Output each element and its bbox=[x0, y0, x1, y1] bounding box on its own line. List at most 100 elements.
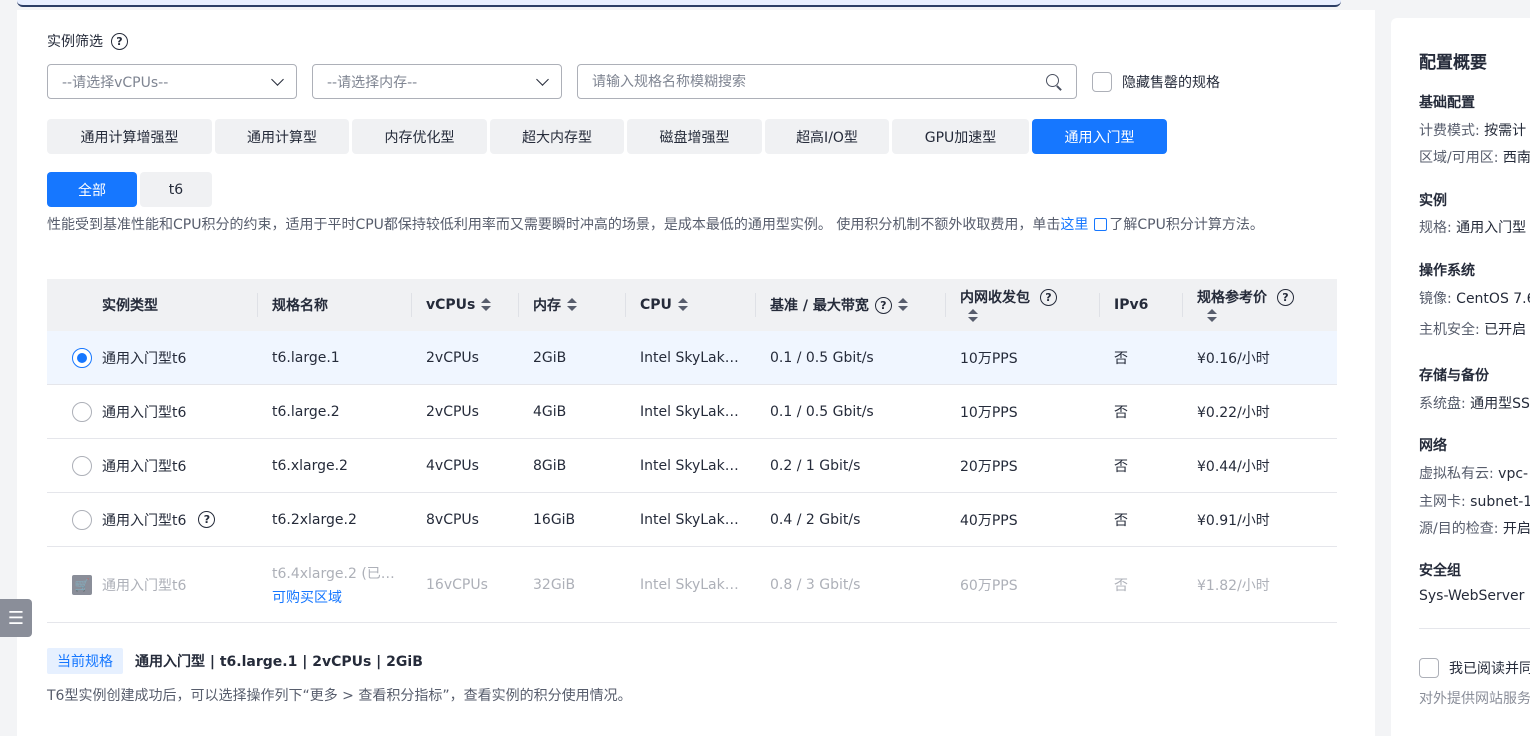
header-ipv6: IPv6 bbox=[1114, 279, 1148, 331]
radio-unselected[interactable] bbox=[72, 455, 92, 476]
description-text: 性能受到基准性能和CPU积分的约束，适用于平时CPU都保持较低利用率而又需要瞬时… bbox=[47, 217, 1061, 233]
config-summary-panel: 配置概要 基础配置 计费模式: 按需计 区域/可用区: 西南 实例 规格: 通用… bbox=[1391, 18, 1530, 736]
help-icon[interactable]: ? bbox=[874, 296, 892, 314]
nic-value: subnet-1 bbox=[1470, 494, 1530, 510]
sold-out-marker: 🛒 bbox=[72, 547, 92, 622]
cell-pps: 40万PPS bbox=[960, 512, 1018, 529]
summary-title: 配置概要 bbox=[1419, 53, 1487, 73]
vcpu-select[interactable]: --请选择vCPUs-- bbox=[47, 64, 297, 99]
header-price-label: 规格参考价 bbox=[1197, 290, 1267, 306]
chevron-down-icon bbox=[536, 73, 549, 86]
cell-memory: 32GiB bbox=[533, 576, 576, 593]
column-divider bbox=[945, 293, 946, 317]
cell-vcpus: 16vCPUs bbox=[426, 576, 488, 593]
header-memory[interactable]: 内存 bbox=[533, 279, 577, 331]
help-icon[interactable]: ? bbox=[1040, 288, 1057, 306]
tab-disk-intensive[interactable]: 磁盘增强型 bbox=[627, 119, 762, 154]
agreement-option[interactable]: 我已阅读并同 bbox=[1419, 658, 1530, 678]
cell-bandwidth: 0.2 / 1 Gbit/s bbox=[770, 457, 861, 474]
tab-gpu-accelerated[interactable]: GPU加速型 bbox=[892, 119, 1029, 154]
radio-unselected[interactable] bbox=[72, 509, 92, 530]
current-spec-badge: 当前规格 bbox=[47, 648, 123, 674]
external-link-icon[interactable] bbox=[1094, 218, 1108, 231]
region-az: 区域/可用区: 西南 bbox=[1419, 147, 1530, 167]
sort-icon[interactable] bbox=[1207, 309, 1217, 323]
search-icon[interactable] bbox=[1046, 73, 1062, 90]
cell-price: ¥0.44/小时 bbox=[1197, 458, 1270, 475]
billing-value: 按需计 bbox=[1484, 123, 1527, 139]
cell-bandwidth: 0.1 / 0.5 Gbit/s bbox=[770, 349, 874, 366]
available-regions-link[interactable]: 可购买区域 bbox=[272, 587, 342, 607]
credit-info-link[interactable]: 这里 bbox=[1060, 217, 1088, 233]
cell-cpu: Intel SkyLak… bbox=[640, 457, 739, 474]
cell-spec: t6.large.1 bbox=[272, 349, 340, 366]
help-icon[interactable]: ? bbox=[1277, 288, 1294, 306]
agreement-checkbox[interactable] bbox=[1419, 658, 1439, 678]
credit-note: T6型实例创建成功后，可以选择操作列下“更多 > 查看积分指标”，查看实例的积分… bbox=[47, 688, 632, 704]
row-select-radio[interactable] bbox=[72, 493, 92, 546]
table-row[interactable]: 通用入门型t6 t6.xlarge.2 4vCPUs 8GiB Intel Sk… bbox=[47, 439, 1337, 493]
disk-key: 系统盘: bbox=[1419, 396, 1471, 412]
spec-search-input[interactable] bbox=[592, 73, 1012, 90]
disk-value: 通用型SS bbox=[1470, 396, 1530, 412]
section-basic: 基础配置 bbox=[1419, 95, 1475, 111]
tab-large-memory[interactable]: 超大内存型 bbox=[490, 119, 624, 154]
cell-cpu: Intel SkyLak… bbox=[640, 576, 739, 593]
tab-general-compute-plus[interactable]: 通用计算增强型 bbox=[47, 119, 212, 154]
generation-tabs: 全部 t6 bbox=[47, 172, 212, 207]
header-pps[interactable]: 内网收发包? bbox=[960, 279, 1057, 331]
src-dst-check: 源/目的检查: 开启 bbox=[1419, 518, 1530, 538]
tab-t6[interactable]: t6 bbox=[140, 172, 212, 207]
cell-bandwidth: 0.4 / 2 Gbit/s bbox=[770, 511, 861, 528]
table-row[interactable]: 通用入门型t6 t6.large.1 2vCPUs 2GiB Intel Sky… bbox=[47, 331, 1337, 385]
cell-spec: t6.xlarge.2 bbox=[272, 457, 348, 474]
family-description: 性能受到基准性能和CPU积分的约束，适用于平时CPU都保持较低利用率而又需要瞬时… bbox=[47, 214, 1337, 237]
cell-type: 通用入门型t6? bbox=[102, 493, 216, 546]
hide-sold-out-checkbox[interactable] bbox=[1092, 72, 1112, 92]
row-select-radio[interactable] bbox=[72, 385, 92, 438]
list-menu-icon[interactable]: ☰ bbox=[0, 599, 32, 637]
header-bandwidth[interactable]: 基准 / 最大带宽? bbox=[770, 279, 908, 331]
tab-all[interactable]: 全部 bbox=[47, 172, 137, 207]
header-vcpus-label: vCPUs bbox=[426, 297, 476, 313]
radio-selected[interactable] bbox=[72, 347, 92, 368]
radio-unselected[interactable] bbox=[72, 401, 92, 422]
cell-spec-text: t6.4xlarge.2 (已… bbox=[272, 565, 395, 582]
security-group-value: Sys-WebServer bbox=[1419, 588, 1524, 604]
header-price[interactable]: 规格参考价? bbox=[1197, 279, 1294, 331]
column-divider bbox=[1182, 293, 1183, 317]
column-divider bbox=[411, 293, 412, 317]
sort-icon[interactable] bbox=[968, 309, 978, 323]
help-icon[interactable]: ? bbox=[198, 511, 216, 528]
tab-general-compute[interactable]: 通用计算型 bbox=[215, 119, 349, 154]
header-cpu[interactable]: CPU bbox=[640, 279, 688, 331]
tab-general-entry[interactable]: 通用入门型 bbox=[1032, 119, 1167, 154]
sort-icon[interactable] bbox=[897, 298, 908, 312]
host-security-key: 主机安全: bbox=[1419, 322, 1485, 338]
help-icon[interactable]: ? bbox=[111, 32, 128, 50]
check-value: 开启 bbox=[1502, 521, 1530, 537]
column-divider bbox=[257, 293, 258, 317]
tab-ultra-high-io[interactable]: 超高I/O型 bbox=[765, 119, 889, 154]
cell-memory: 4GiB bbox=[533, 403, 567, 420]
table-row[interactable]: 通用入门型t6? t6.2xlarge.2 8vCPUs 16GiB Intel… bbox=[47, 493, 1337, 547]
hide-sold-out-option[interactable]: 隐藏售罄的规格 bbox=[1092, 72, 1220, 92]
sort-icon[interactable] bbox=[677, 298, 688, 312]
host-security: 主机安全: 已开启 bbox=[1419, 319, 1526, 339]
sort-icon[interactable] bbox=[567, 298, 577, 312]
instance-family-tabs: 通用计算增强型 通用计算型 内存优化型 超大内存型 磁盘增强型 超高I/O型 G… bbox=[47, 119, 1167, 154]
header-ipv6-label: IPv6 bbox=[1114, 297, 1149, 313]
cell-spec: t6.4xlarge.2 (已… 可购买区域 bbox=[272, 547, 395, 622]
agreement-note: 对外提供网站服务 bbox=[1419, 691, 1530, 707]
cell-cpu: Intel SkyLak… bbox=[640, 403, 739, 420]
table-row[interactable]: 通用入门型t6 t6.large.2 2vCPUs 4GiB Intel Sky… bbox=[47, 385, 1337, 439]
tab-memory-optimized[interactable]: 内存优化型 bbox=[352, 119, 487, 154]
sort-icon[interactable] bbox=[481, 298, 492, 312]
hide-sold-out-label: 隐藏售罄的规格 bbox=[1122, 75, 1220, 91]
header-vcpus[interactable]: vCPUs bbox=[426, 279, 492, 331]
memory-select[interactable]: --请选择内存-- bbox=[312, 64, 562, 99]
cell-ipv6: 否 bbox=[1114, 577, 1128, 594]
row-select-radio[interactable] bbox=[72, 331, 92, 384]
row-select-radio[interactable] bbox=[72, 439, 92, 492]
cell-spec: t6.2xlarge.2 bbox=[272, 511, 357, 528]
